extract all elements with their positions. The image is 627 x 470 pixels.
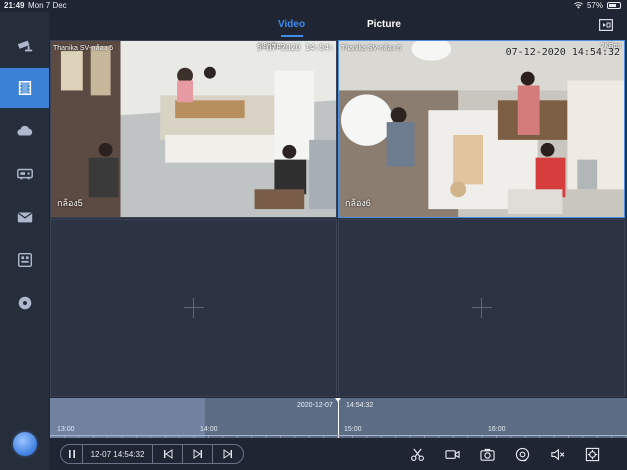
sidebar-item-disc[interactable] xyxy=(0,283,49,323)
clip-button[interactable] xyxy=(409,446,425,462)
timeline-cursor[interactable] xyxy=(335,398,341,438)
mail-icon xyxy=(17,212,32,223)
rewind-button[interactable] xyxy=(153,444,183,464)
playback-film-icon xyxy=(18,80,31,96)
status-date: Mon 7 Dec xyxy=(28,1,67,10)
video-cell-4[interactable] xyxy=(338,219,625,397)
video-camera-icon xyxy=(444,449,460,459)
header-tabs: Video Picture xyxy=(49,12,627,40)
camera-5-label: กล้อง5 xyxy=(57,198,83,208)
camera-6-label: กล้อง6 xyxy=(345,198,371,208)
playback-controls: 12-07 14:54:32 xyxy=(50,438,627,470)
battery-percent: 57% xyxy=(586,1,603,10)
sidebar-item-messages[interactable] xyxy=(0,197,49,237)
sidebar-item-devices[interactable] xyxy=(0,154,49,194)
playback-time[interactable]: 12-07 14:54:32 xyxy=(83,444,153,464)
add-channel-icon[interactable] xyxy=(471,298,492,318)
battery-icon xyxy=(607,2,621,9)
sidebar-item-playback[interactable] xyxy=(0,68,49,108)
record-button[interactable] xyxy=(444,446,460,462)
forward-icon xyxy=(193,449,202,459)
video-cell-2[interactable]: Thanika SV-กล้อง 6 ?KBps 07-12-2020 14:5… xyxy=(338,40,625,218)
mute-button[interactable] xyxy=(549,446,565,462)
timeline-tick: 13:00 xyxy=(57,426,75,433)
snapshot-button[interactable] xyxy=(479,446,495,462)
storage-icon xyxy=(17,252,32,268)
pause-button[interactable] xyxy=(61,444,83,464)
timeline[interactable]: 2020-12-07 14:54:32 13:00 14:00 15:00 16… xyxy=(50,398,627,438)
wifi-icon xyxy=(574,2,583,9)
camera-5-name: Thanika SV-กล้อง 5 xyxy=(53,45,114,52)
video-cell-3[interactable] xyxy=(50,219,337,397)
timeline-tick: 16:00 xyxy=(488,426,506,433)
pause-icon xyxy=(68,450,75,458)
sidebar-item-live[interactable] xyxy=(0,26,49,66)
fullscreen-button[interactable] xyxy=(584,446,600,462)
camera-icon xyxy=(17,40,32,52)
next-frame-button[interactable] xyxy=(213,444,243,464)
video-grid: Thanika SV-กล้อง 5 88KBps 5-07-2020 14:5… xyxy=(50,40,627,397)
timeline-cursor-time: 14:54:32 xyxy=(346,402,374,409)
camera-6-name: Thanika SV-กล้อง 6 xyxy=(341,45,402,52)
playback-screen: 21:49 Mon 7 Dec 57% Video Picture Thanik… xyxy=(0,0,627,470)
timeline-tick: 14:00 xyxy=(200,426,218,433)
device-icon xyxy=(16,168,33,180)
camera-snapshot-icon xyxy=(479,448,495,461)
multi-screen-icon[interactable] xyxy=(599,19,613,31)
sidebar-item-cloud[interactable] xyxy=(0,111,49,151)
sidebar-item-storage[interactable] xyxy=(0,240,49,280)
status-time: 21:49 xyxy=(4,1,25,10)
camera-5-feed xyxy=(51,41,336,217)
timeline-cursor-date: 2020-12-07 xyxy=(297,402,333,409)
status-bar: 21:49 Mon 7 Dec 57% xyxy=(0,0,627,12)
camera-5-timestamp: 5-07-2020 14:54: xyxy=(256,43,334,52)
tab-picture[interactable]: Picture xyxy=(367,19,401,30)
rewind-icon xyxy=(163,449,172,459)
sidebar xyxy=(0,12,49,470)
avatar[interactable] xyxy=(11,430,39,458)
speed-icon xyxy=(515,447,529,461)
tab-video[interactable]: Video xyxy=(278,19,305,30)
fullscreen-icon xyxy=(585,447,599,461)
timeline-tick: 15:00 xyxy=(344,426,362,433)
mute-icon xyxy=(550,448,564,460)
camera-6-feed xyxy=(339,41,624,217)
forward-button[interactable] xyxy=(183,444,213,464)
tab-indicator xyxy=(281,35,303,37)
video-cell-1[interactable]: Thanika SV-กล้อง 5 88KBps 5-07-2020 14:5… xyxy=(50,40,337,218)
cloud-icon xyxy=(16,125,32,136)
disc-icon xyxy=(18,296,31,310)
camera-6-timestamp: 07-12-2020 14:54:32 xyxy=(505,47,620,58)
status-right: 57% xyxy=(574,1,621,10)
speed-button[interactable] xyxy=(514,446,530,462)
playback-group: 12-07 14:54:32 xyxy=(60,444,244,464)
scissors-icon xyxy=(410,448,424,461)
add-channel-icon[interactable] xyxy=(183,298,204,318)
next-icon xyxy=(223,449,232,459)
